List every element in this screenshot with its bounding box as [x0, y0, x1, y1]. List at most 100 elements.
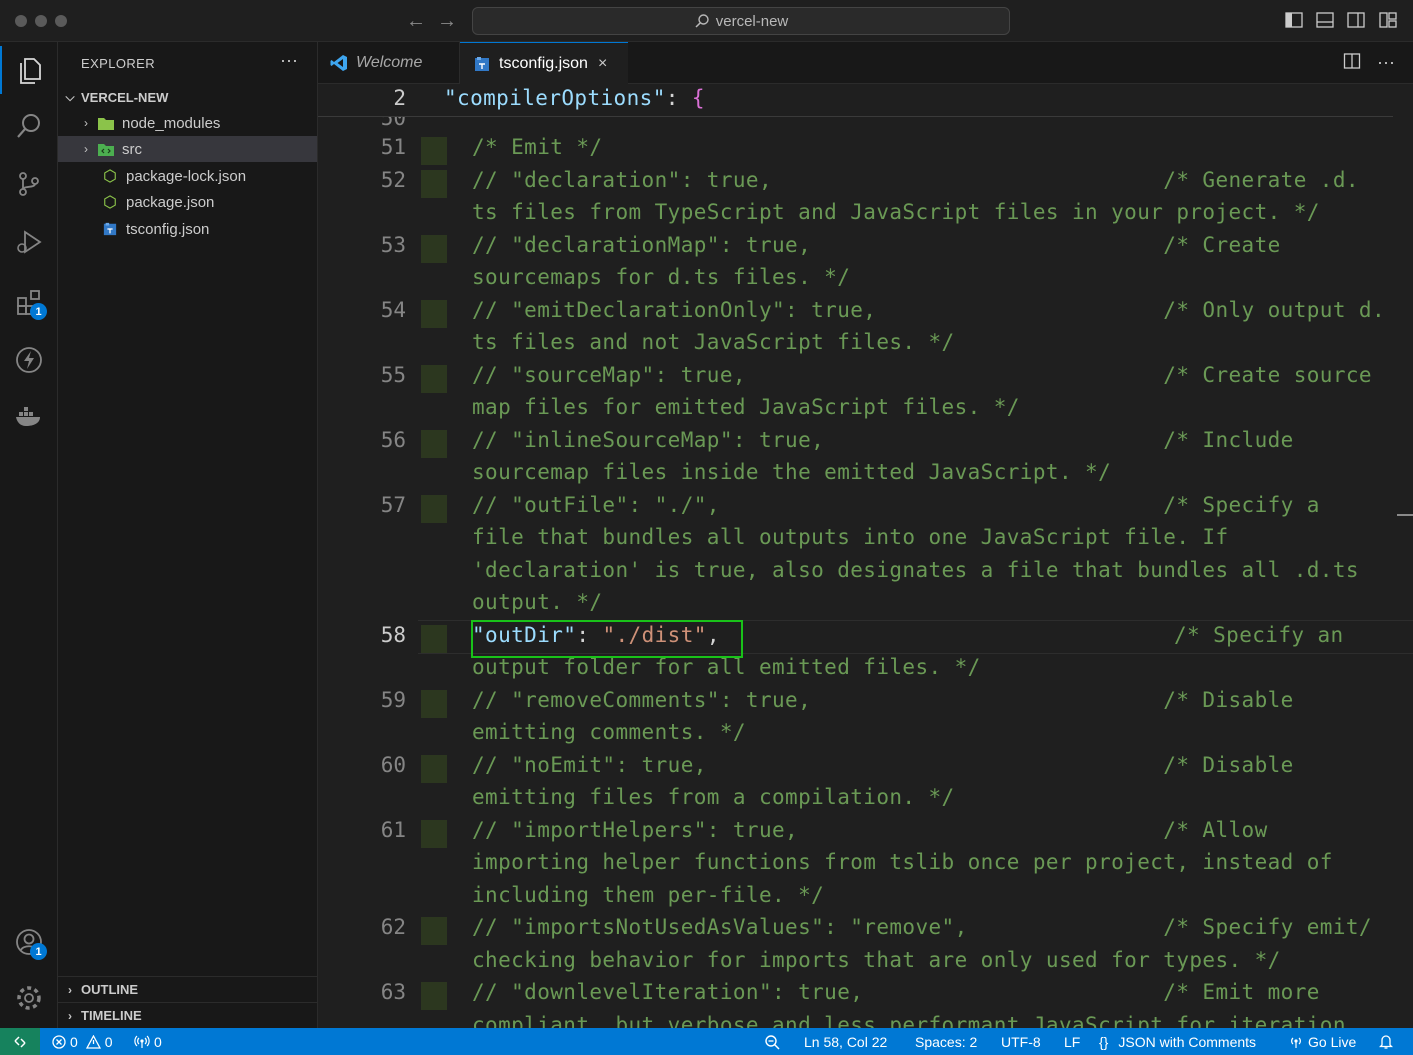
minimize-window-button[interactable] — [35, 15, 47, 27]
indent-guide — [421, 819, 447, 848]
zoom-icon — [765, 1034, 780, 1050]
code-wrapped-row: output folder for all emitted files. */ — [472, 655, 981, 679]
source-control-activity[interactable] — [0, 160, 58, 208]
cursor-position[interactable]: Ln 58, Col 22 — [804, 1028, 887, 1055]
tree-item-package-json[interactable]: package.json — [58, 189, 317, 215]
close-window-button[interactable] — [15, 15, 27, 27]
json-punct: : — [665, 86, 692, 110]
maximize-window-button[interactable] — [55, 15, 67, 27]
code-wrapped-row: including them per-file. */ — [472, 882, 825, 907]
indent-guide — [421, 169, 447, 198]
command-center-search[interactable]: vercel-new — [472, 7, 1010, 35]
more-actions-icon[interactable]: ··· — [1377, 52, 1395, 73]
line-number: 60 — [380, 752, 406, 777]
warning-count: 0 — [104, 1033, 113, 1050]
tree-item-label: tsconfig.json — [126, 220, 210, 238]
folder-src-icon — [98, 144, 114, 156]
more-actions-icon[interactable]: ··· — [280, 50, 298, 71]
indent-guide — [421, 982, 447, 1010]
back-arrow-icon[interactable]: ← — [406, 9, 426, 33]
tree-item-label: node_modules — [122, 114, 221, 132]
notifications-button[interactable] — [1379, 1028, 1393, 1055]
remote-activity[interactable] — [0, 336, 58, 384]
workspace-folder-label: VERCEL-NEW — [81, 89, 169, 105]
indent-guide — [421, 234, 447, 263]
docker-activity[interactable] — [0, 392, 58, 440]
braces-icon: {} — [1099, 1033, 1109, 1050]
ports-indicator[interactable]: 0 — [134, 1028, 162, 1055]
scrollbar-marker[interactable] — [1397, 514, 1413, 516]
split-editor-icon[interactable] — [1343, 52, 1361, 70]
tree-item-node-modules[interactable]: › node_modules — [58, 110, 317, 136]
code-wrapped-row: ts files from TypeScript and JavaScript … — [472, 200, 1320, 224]
customize-layout-icon[interactable] — [1379, 12, 1397, 28]
search-activity[interactable] — [0, 102, 58, 150]
workspace-folder[interactable]: ⌵ VERCEL-NEW — [58, 85, 317, 109]
go-live-button[interactable]: Go Live — [1288, 1028, 1356, 1055]
chevron-right-icon: › — [84, 142, 88, 156]
code-line: // "declarationMap": true, /* Create — [472, 232, 1281, 257]
code-line: // "declaration": true, /* Generate .d. — [472, 167, 1359, 192]
indent-guide — [421, 689, 447, 718]
language-label: JSON with Comments — [1118, 1033, 1257, 1050]
indent-guide — [421, 299, 447, 328]
toggle-panel-icon[interactable] — [1316, 12, 1334, 28]
zoom-indicator[interactable] — [764, 1028, 780, 1055]
ports-count: 0 — [154, 1033, 162, 1050]
toggle-primary-sidebar-icon[interactable] — [1285, 12, 1303, 28]
language-mode[interactable]: {} JSON with Comments — [1099, 1028, 1256, 1055]
line-number: 63 — [380, 980, 406, 1004]
indent-guide — [421, 364, 447, 393]
window-title: vercel-new — [715, 12, 789, 30]
broadcast-icon — [1291, 1037, 1301, 1048]
code-line: /* Emit */ — [472, 135, 603, 159]
search-icon — [695, 14, 709, 28]
outline-section[interactable]: › OUTLINE — [58, 976, 317, 1002]
encoding[interactable]: UTF-8 — [1001, 1028, 1041, 1055]
explorer-activity[interactable] — [0, 46, 58, 94]
line-number: 55 — [380, 362, 406, 387]
folder-node-icon — [98, 118, 114, 130]
run-debug-activity[interactable] — [0, 218, 58, 266]
indent-guide — [421, 754, 447, 783]
tree-item-tsconfig[interactable]: tsconfig.json — [58, 216, 317, 242]
line-number: 51 — [380, 135, 406, 159]
line-number: 57 — [380, 492, 406, 517]
tree-item-package-lock[interactable]: package-lock.json — [58, 163, 317, 189]
timeline-section[interactable]: › TIMELINE — [58, 1002, 317, 1028]
close-icon[interactable]: × — [598, 55, 607, 73]
tree-item-label: package.json — [126, 193, 215, 211]
manage-activity[interactable] — [0, 974, 58, 1022]
code-wrapped-row: sourcemap files inside the emitted JavaS… — [472, 460, 1112, 484]
problems-indicator[interactable]: 0 0 — [52, 1028, 113, 1055]
code-editor[interactable]: 2 "compilerOptions": { 50 51/* Emit */52… — [318, 84, 1413, 1028]
tree-item-src[interactable]: › src — [58, 136, 317, 162]
sticky-scroll-header[interactable]: 2 "compilerOptions": { — [318, 84, 1393, 117]
sticky-code-line: "compilerOptions": { — [444, 86, 705, 110]
accounts-activity[interactable]: 1 — [0, 918, 58, 966]
tab-tsconfig[interactable]: tsconfig.json × — [460, 42, 628, 85]
gear-icon — [17, 986, 41, 1010]
line-number: 52 — [380, 167, 406, 192]
indentation[interactable]: Spaces: 2 — [915, 1028, 977, 1055]
code-line: // "inlineSourceMap": true, /* Include — [472, 427, 1294, 452]
broadcast-icon — [134, 1035, 150, 1048]
files-icon — [20, 58, 41, 84]
code-line: // "importsNotUsedAsValues": "remove", /… — [472, 915, 1372, 939]
extensions-activity[interactable]: 1 — [0, 278, 58, 326]
error-icon — [52, 1034, 66, 1049]
indent-guide — [421, 137, 447, 165]
status-bar: 0 0 0 Ln 58, Col 22 Spaces: 2 UTF-8 LF {… — [0, 1028, 1413, 1055]
code-wrapped-row: compliant, but verbose and less performa… — [472, 1012, 1359, 1029]
tab-welcome[interactable]: Welcome — [318, 42, 460, 84]
go-live-label: Go Live — [1308, 1033, 1357, 1050]
remote-indicator[interactable] — [0, 1028, 40, 1055]
remote-icon — [14, 1035, 26, 1048]
end-of-line[interactable]: LF — [1064, 1028, 1080, 1055]
json-key: "compilerOptions" — [444, 86, 666, 110]
indent-guide — [421, 624, 447, 653]
code-comment: /* Specify an — [1174, 622, 1344, 647]
line-number: 59 — [380, 687, 406, 712]
forward-arrow-icon[interactable]: → — [437, 9, 457, 33]
toggle-secondary-sidebar-icon[interactable] — [1347, 12, 1365, 28]
